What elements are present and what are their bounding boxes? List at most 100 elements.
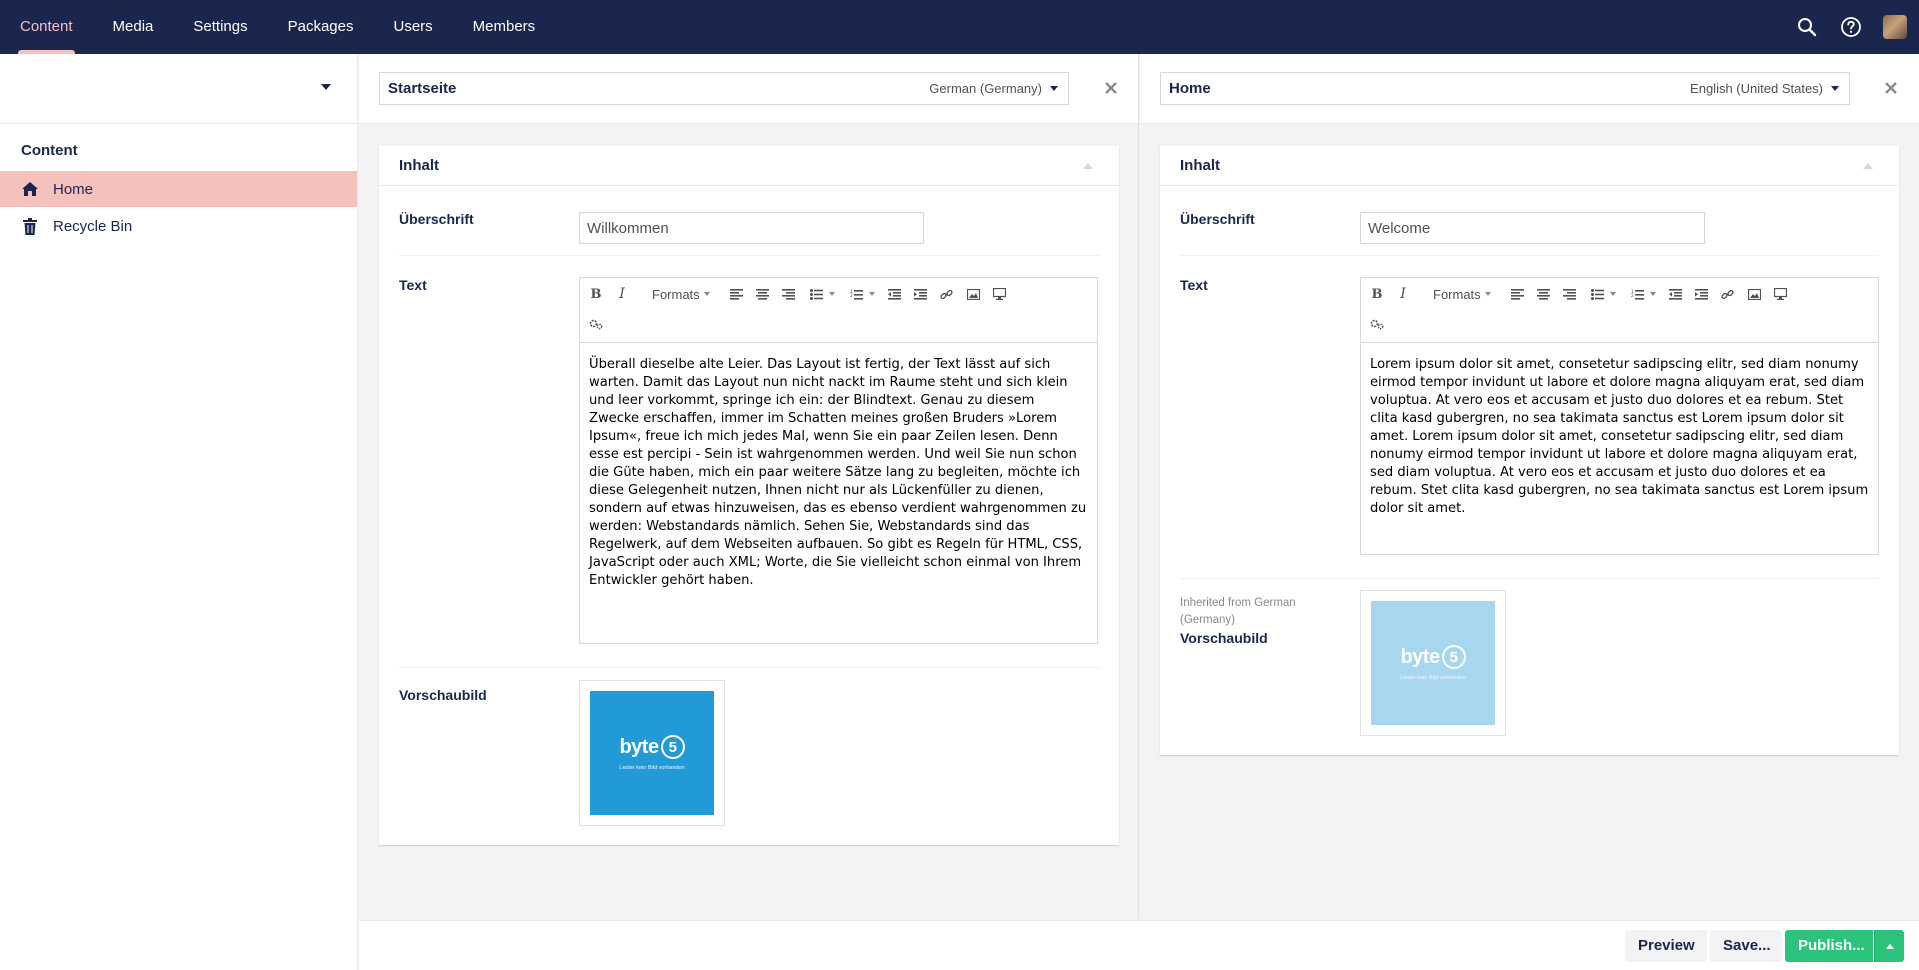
placeholder-image: byte 5 Leider kein Bild vorhanden (1371, 601, 1495, 725)
collapse-icon[interactable] (1083, 163, 1093, 169)
language-dropdown[interactable]: English (United States) (1690, 73, 1839, 104)
link-icon[interactable] (939, 285, 953, 303)
section-packages[interactable]: Packages (268, 0, 374, 54)
trash-icon (21, 217, 39, 235)
rte-toolbar: B I Formats 12 (580, 278, 1097, 343)
rte-content[interactable]: Lorem ipsum dolor sit amet, consetetur s… (1361, 343, 1878, 554)
property-label: Vorschaubild (1180, 630, 1268, 646)
section-users[interactable]: Users (373, 0, 452, 54)
close-icon[interactable] (1882, 79, 1900, 97)
inherited-note: Inherited from German (Germany) (1180, 597, 1296, 626)
group-title: Inhalt (399, 157, 439, 174)
property-heading: Überschrift (1160, 187, 1899, 257)
formats-dropdown[interactable]: Formats (1433, 285, 1491, 303)
byte5-logo: byte 5 (619, 735, 685, 759)
editor-footer: Preview Save... Publish... (359, 920, 1919, 970)
rte-content[interactable]: Überall dieselbe alte Leier. Das Layout … (580, 343, 1097, 643)
indent-icon[interactable] (1694, 285, 1708, 303)
bullet-list-icon[interactable] (1588, 285, 1618, 303)
outdent-icon[interactable] (1668, 285, 1682, 303)
tree-item-recycle-bin[interactable]: Recycle Bin (0, 208, 357, 244)
tree-root-label[interactable]: Content (0, 124, 357, 171)
section-members[interactable]: Members (453, 0, 556, 54)
editor-header: English (United States) (1140, 54, 1919, 124)
help-icon[interactable] (1839, 15, 1863, 39)
node-name-box: English (United States) (1160, 72, 1850, 105)
bullet-list-icon[interactable] (807, 285, 837, 303)
top-navigation: Content Media Settings Packages Users Me… (0, 0, 1919, 54)
embed-icon[interactable] (992, 285, 1006, 303)
property-label: Text (1180, 277, 1208, 293)
chevron-down-icon[interactable] (321, 84, 331, 90)
link-icon[interactable] (1720, 285, 1734, 303)
italic-icon[interactable]: I (615, 285, 629, 303)
italic-icon[interactable]: I (1396, 285, 1410, 303)
section-media[interactable]: Media (93, 0, 174, 54)
logo-caption: Leider kein Bild vorhanden (619, 765, 685, 771)
chevron-down-icon (1649, 292, 1656, 296)
align-center-icon[interactable] (1536, 285, 1550, 303)
editor-english: English (United States) Inhalt Überschri… (1140, 54, 1919, 919)
section-content[interactable]: Content (0, 0, 93, 54)
header-tools (1795, 0, 1907, 54)
macro-icon[interactable] (1370, 315, 1384, 333)
close-icon[interactable] (1102, 79, 1120, 97)
rich-text-editor: B I Formats 12 Überall dieselbe alte Lei… (579, 277, 1098, 644)
image-icon[interactable] (1747, 285, 1761, 303)
byte5-logo: byte 5 (1400, 645, 1466, 669)
section-settings[interactable]: Settings (173, 0, 267, 54)
tree-item-home[interactable]: Home (0, 171, 357, 207)
align-left-icon[interactable] (729, 285, 743, 303)
chevron-down-icon (868, 292, 875, 296)
tree-item-label: Recycle Bin (53, 217, 133, 235)
property-image: Vorschaubild byte 5 Leider kein Bild vorh… (379, 668, 1119, 828)
node-name-input[interactable] (380, 73, 780, 104)
macro-icon[interactable] (589, 315, 603, 333)
language-dropdown[interactable]: German (Germany) (929, 73, 1058, 104)
group-header: Inhalt (379, 146, 1119, 186)
heading-input[interactable] (1360, 212, 1705, 244)
logo-text: byte (1400, 645, 1440, 668)
node-name-input[interactable] (1161, 73, 1561, 104)
property-text: Text B I Formats 12 (1160, 258, 1899, 579)
property-group-panel: Inhalt Überschrift Text B I Formats 12 (379, 146, 1119, 845)
chevron-down-icon (1050, 86, 1058, 91)
numbered-list-icon[interactable]: 12 (1628, 285, 1658, 303)
bold-icon[interactable]: B (589, 285, 603, 303)
publish-button[interactable]: Publish... (1785, 930, 1873, 962)
numbered-list-icon[interactable]: 12 (847, 285, 877, 303)
media-picker-thumbnail[interactable]: byte 5 Leider kein Bild vorhanden (579, 680, 725, 826)
chevron-up-icon (1885, 943, 1894, 949)
media-picker-thumbnail: byte 5 Leider kein Bild vorhanden (1360, 590, 1506, 736)
logo-digit: 5 (1441, 645, 1466, 669)
preview-button[interactable]: Preview (1625, 930, 1707, 962)
search-icon[interactable] (1795, 15, 1819, 39)
indent-icon[interactable] (913, 285, 927, 303)
align-right-icon[interactable] (1562, 285, 1576, 303)
chevron-down-icon (828, 292, 835, 296)
rich-text-editor: B I Formats 12 Lorem ipsum dolor sit ame… (1360, 277, 1879, 555)
avatar[interactable] (1883, 15, 1907, 39)
outdent-icon[interactable] (887, 285, 901, 303)
save-button[interactable]: Save... (1710, 930, 1782, 962)
property-label: Text (399, 277, 427, 293)
embed-icon[interactable] (1773, 285, 1787, 303)
align-center-icon[interactable] (755, 285, 769, 303)
formats-dropdown[interactable]: Formats (652, 285, 710, 303)
home-icon (21, 180, 39, 198)
property-label: Überschrift (399, 211, 474, 227)
heading-input[interactable] (579, 212, 924, 244)
user-avatar-image (1883, 15, 1907, 39)
node-name-box: German (Germany) (379, 72, 1069, 105)
collapse-icon[interactable] (1863, 163, 1873, 169)
tree-header (0, 54, 357, 124)
placeholder-image: byte 5 Leider kein Bild vorhanden (590, 691, 714, 815)
property-group-panel: Inhalt Überschrift Text B I Formats 12 (1160, 146, 1899, 755)
align-left-icon[interactable] (1510, 285, 1524, 303)
logo-caption: Leider kein Bild vorhanden (1400, 675, 1466, 681)
publish-options-button[interactable] (1874, 930, 1904, 962)
bold-icon[interactable]: B (1370, 285, 1384, 303)
align-right-icon[interactable] (781, 285, 795, 303)
property-heading: Überschrift (379, 187, 1119, 257)
image-icon[interactable] (966, 285, 980, 303)
